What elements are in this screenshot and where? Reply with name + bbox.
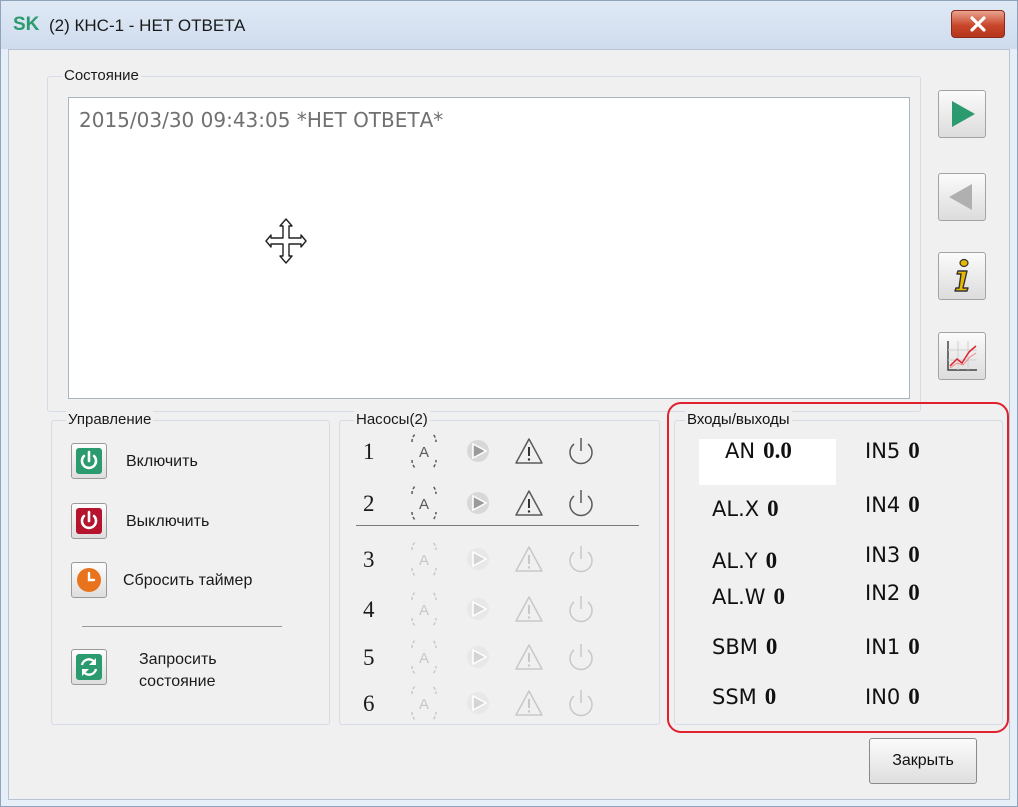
power-state-icon: [569, 490, 593, 517]
auto-mode-icon: A: [411, 587, 437, 631]
pump-status-icon-strip: A: [411, 681, 593, 725]
pump-status-icons: A: [404, 635, 609, 679]
reset-timer-label: Сбросить таймер: [123, 572, 253, 589]
power-off-label: Выключить: [126, 513, 210, 530]
title-bar[interactable]: SK (2) КНС-1 - НЕТ ОТВЕТА: [1, 1, 1017, 49]
control-group: Управление Включить Выключить Сбросить т…: [51, 411, 330, 725]
pump-status-icons: A: [404, 587, 609, 631]
window-title: (2) КНС-1 - НЕТ ОТВЕТА: [49, 16, 246, 35]
request-status-label-2: состояние: [139, 673, 216, 690]
window-close-button[interactable]: [951, 10, 1005, 38]
pump-status-icons: A: [404, 481, 609, 525]
power-state-icon: [569, 438, 593, 465]
run-icon: [467, 692, 489, 714]
pump-status-icon-strip: A: [411, 635, 593, 679]
svg-text:A: A: [419, 602, 429, 619]
pump-status-icons: A: [404, 537, 609, 581]
run-icon: [467, 440, 489, 462]
run-icon: [467, 598, 489, 620]
power-on-icon: [76, 448, 102, 474]
close-button[interactable]: Закрыть: [869, 738, 977, 784]
svg-text:A: A: [419, 444, 429, 461]
svg-text:A: A: [419, 552, 429, 569]
play-forward-icon: [952, 101, 975, 127]
svg-text:A: A: [419, 650, 429, 667]
info-icon: [954, 258, 969, 292]
io-highlight-outline: [667, 402, 1009, 733]
status-log-line: 2015/03/30 09:43:05 *НЕТ ОТВЕТА*: [79, 108, 444, 132]
run-icon: [467, 548, 489, 570]
power-on-button[interactable]: [71, 443, 107, 479]
pump-number: 4: [363, 597, 375, 622]
pump-status-icon-strip: A: [411, 537, 593, 581]
refresh-icon: [76, 654, 102, 680]
pump-status-icons: A: [404, 429, 609, 473]
timer-icon: [77, 568, 101, 592]
power-state-icon: [569, 690, 593, 717]
pump-status-icon-strip: A: [411, 429, 593, 473]
auto-mode-icon: A: [411, 635, 437, 679]
run-icon: [467, 646, 489, 668]
warning-icon: [515, 690, 543, 716]
pump-status-icon-strip: A: [411, 481, 593, 525]
warning-icon: [515, 644, 543, 670]
power-state-icon: [569, 596, 593, 623]
svg-text:A: A: [419, 696, 429, 713]
run-icon: [467, 492, 489, 514]
status-log[interactable]: 2015/03/30 09:43:05 *НЕТ ОТВЕТА*: [68, 97, 910, 399]
pump-number: 5: [363, 645, 375, 670]
auto-mode-icon: A: [411, 481, 437, 525]
power-state-icon: [569, 546, 593, 573]
pump-status-icon-strip: A: [411, 587, 593, 631]
pump-number: 3: [363, 547, 375, 572]
next-button[interactable]: [938, 90, 986, 138]
app-logo: SK: [13, 14, 40, 35]
pump-status-icons: A: [404, 681, 609, 725]
request-status-button[interactable]: [71, 649, 107, 685]
previous-button[interactable]: [938, 173, 986, 221]
info-button[interactable]: [938, 252, 986, 300]
auto-mode-icon: A: [411, 537, 437, 581]
dialog-client-area: Состояние 2015/03/30 09:43:05 *НЕТ ОТВЕТ…: [8, 49, 1010, 800]
pumps-divider: [356, 525, 639, 526]
pumps-group: Насосы(2) 1 A 2 A 3 A 4 A 5 A 6 A: [339, 411, 660, 725]
pump-number: 6: [363, 691, 375, 716]
auto-mode-icon: A: [411, 429, 437, 473]
request-status-label-1: Запросить: [139, 651, 217, 668]
warning-icon: [515, 438, 543, 464]
pump-number: 1: [363, 439, 375, 464]
chart-icon: [947, 341, 977, 371]
chart-button[interactable]: [938, 332, 986, 380]
close-icon: [970, 16, 986, 32]
power-on-label: Включить: [126, 453, 198, 470]
power-off-icon: [76, 508, 102, 534]
warning-icon: [515, 546, 543, 572]
pump-number: 2: [363, 491, 375, 516]
pumps-group-legend: Насосы(2): [354, 411, 430, 428]
svg-text:A: A: [419, 496, 429, 513]
power-off-button[interactable]: [71, 503, 107, 539]
play-back-icon: [949, 184, 972, 210]
warning-icon: [515, 596, 543, 622]
dialog-window: SK (2) КНС-1 - НЕТ ОТВЕТА Состояние 2015…: [0, 0, 1018, 807]
move-cursor-icon: [265, 218, 307, 264]
power-state-icon: [569, 644, 593, 671]
status-group-legend: Состояние: [62, 67, 141, 84]
warning-icon: [515, 490, 543, 516]
control-group-legend: Управление: [66, 411, 154, 428]
auto-mode-icon: A: [411, 681, 437, 725]
control-divider: [82, 626, 282, 627]
reset-timer-button[interactable]: [71, 562, 107, 598]
